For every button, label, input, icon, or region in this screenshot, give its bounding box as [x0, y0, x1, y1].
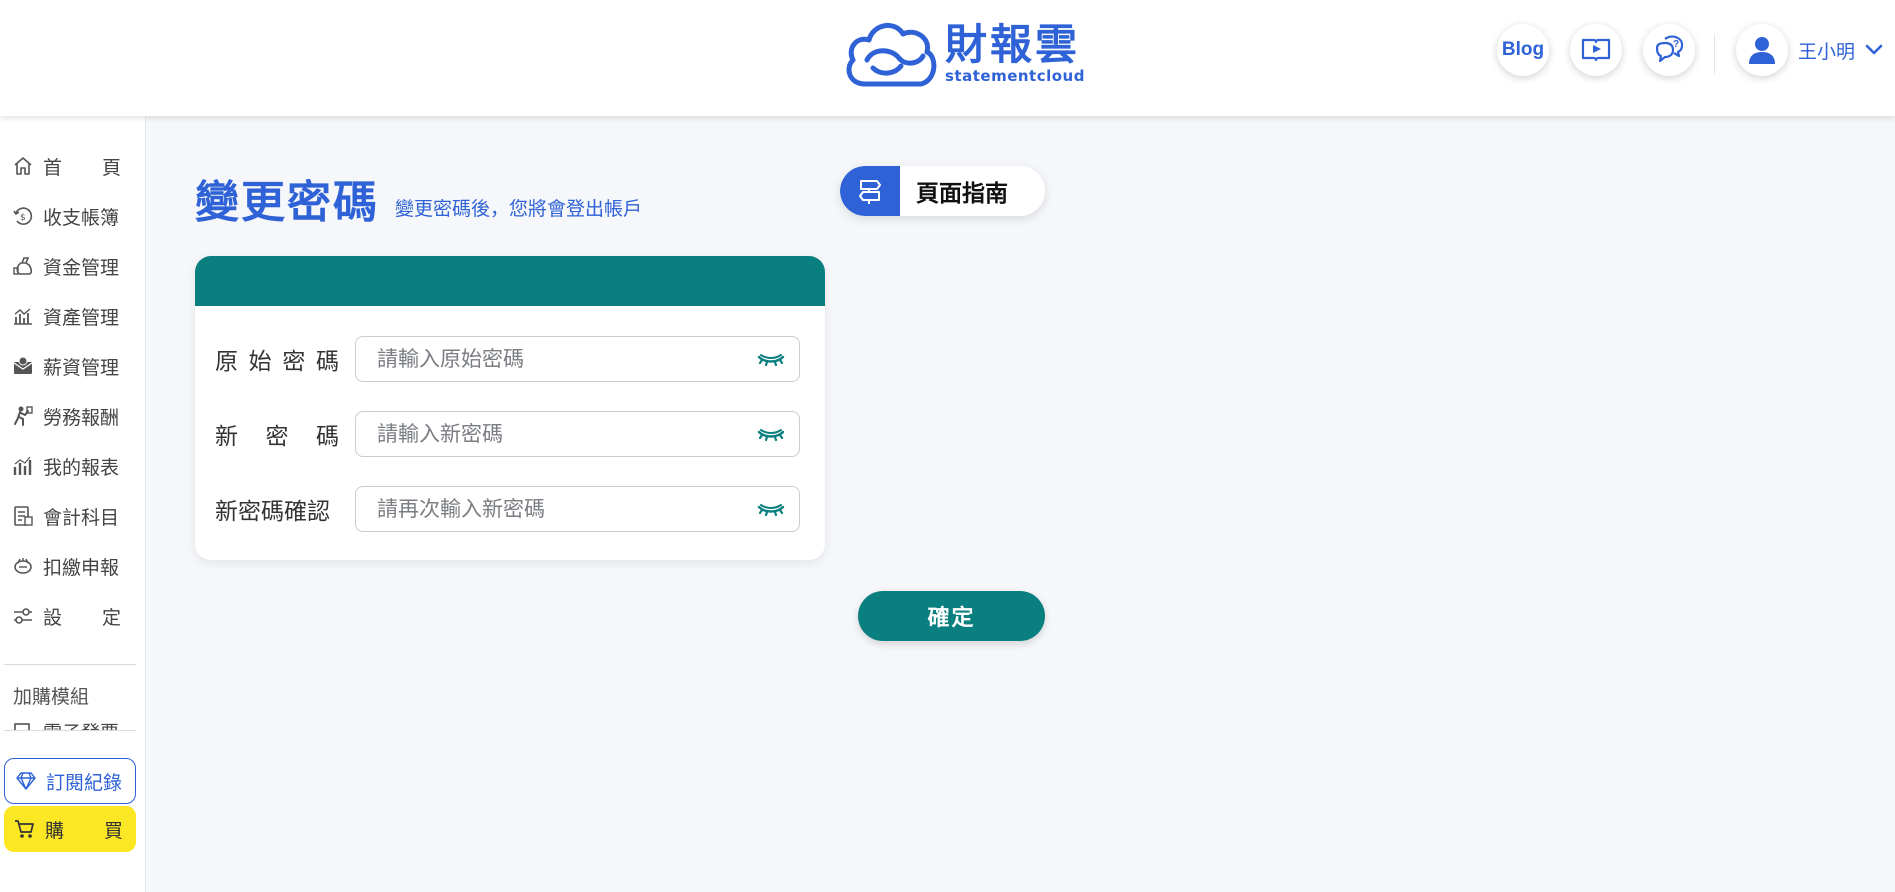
buy-label: 買	[103, 819, 123, 842]
label-char: 碼	[316, 424, 339, 450]
page-guide-label: 頁面指南	[916, 181, 1008, 207]
confirm-button[interactable]: 確定	[858, 591, 1045, 641]
subscription-label: 訂閱紀錄	[46, 771, 123, 794]
page-guide-button[interactable]: 頁面指南	[840, 166, 1045, 216]
confirm-password-label: 新密碼確認	[215, 499, 330, 525]
buy-label: 購	[45, 819, 65, 842]
diamond-icon	[16, 772, 36, 790]
new-password-field	[355, 411, 800, 457]
piggy-bank-icon	[14, 558, 32, 574]
video-book-icon	[1581, 38, 1611, 62]
sidebar-item-label: 資產管理	[43, 306, 120, 329]
original-password-label: 原 始 密 碼	[215, 342, 339, 376]
sidebar-item-ledger[interactable]: $ 收支帳簿	[0, 195, 146, 237]
sidebar-item-home[interactable]: 首頁	[0, 145, 146, 187]
cloud-logo-icon	[846, 23, 937, 87]
header-divider	[1714, 34, 1715, 74]
sidebar-item-assets[interactable]: 資產管理	[0, 295, 146, 337]
original-password-input[interactable]	[356, 337, 799, 381]
change-password-card: 原 始 密 碼 新 密 碼 新密碼確認	[195, 256, 825, 560]
sliders-icon	[14, 608, 32, 624]
sidebar-item-einvoice[interactable]: 電子發票	[0, 716, 146, 730]
blog-button[interactable]: Blog	[1497, 24, 1549, 76]
sidebar-item-label: 薪資管理	[43, 356, 120, 379]
original-password-row: 原 始 密 碼	[215, 336, 807, 382]
coin-cycle-icon: $	[13, 207, 33, 225]
sidebar-item-salary[interactable]: 薪資管理	[0, 345, 146, 387]
page-title: 變更密碼	[195, 177, 379, 228]
sidebar-item-label: 勞務報酬	[43, 406, 120, 429]
blog-label: Blog	[1501, 39, 1545, 60]
page-subtitle: 變更密碼後，您將會登出帳戶	[395, 198, 643, 220]
label-char: 原	[215, 349, 238, 375]
card-header	[195, 256, 825, 306]
chevron-down-icon	[1865, 44, 1883, 55]
sidebar-item-label: 電子發票	[43, 718, 119, 730]
sidebar-item-label: 頁	[101, 156, 121, 179]
top-header: 財報雲 statementcloud Blog ? 王小明	[0, 0, 1895, 116]
sidebar: 首頁 $ 收支帳簿 資金管理 資產管理 薪資管理 勞務報酬 我的報表 會計科目 …	[0, 116, 146, 892]
asset-chart-icon	[14, 308, 32, 325]
sidebar-item-label: 首	[43, 156, 63, 179]
sidebar-item-label: 我的報表	[43, 456, 120, 479]
sidebar-item-settings[interactable]: 設定	[0, 595, 146, 637]
help-chat-icon: ?	[1655, 35, 1684, 63]
sidebar-item-accounts[interactable]: 會計科目	[0, 495, 146, 537]
buy-button[interactable]: 購買	[4, 806, 136, 852]
sidebar-item-labor[interactable]: 勞務報酬	[0, 395, 146, 437]
eye-closed-icon[interactable]	[757, 349, 785, 371]
label-char: 密	[265, 424, 289, 450]
sidebar-divider	[4, 730, 136, 731]
label-char: 密	[282, 349, 306, 375]
svg-text:$: $	[20, 213, 26, 223]
worker-icon	[14, 406, 33, 426]
new-password-label: 新 密 碼	[215, 417, 339, 451]
sidebar-item-reports[interactable]: 我的報表	[0, 445, 146, 487]
user-icon	[1749, 37, 1775, 64]
ledger-icon	[14, 506, 33, 526]
eye-closed-icon[interactable]	[757, 499, 785, 521]
sidebar-item-withholding[interactable]: 扣繳申報	[0, 545, 146, 587]
sidebar-item-label: 定	[101, 606, 121, 629]
label-char: 新	[215, 424, 238, 450]
sidebar-item-label: 扣繳申報	[43, 556, 120, 579]
sidebar-item-label: 資金管理	[43, 256, 120, 279]
brand-name-cn: 財報雲	[945, 20, 1081, 69]
help-chat-button[interactable]: ?	[1643, 24, 1695, 76]
avatar	[1736, 24, 1788, 76]
sidebar-item-funds[interactable]: 資金管理	[0, 245, 146, 287]
guide-signpost-icon	[859, 180, 881, 204]
subscription-records-button[interactable]: 訂閱紀錄	[4, 758, 136, 804]
sidebar-item-label: 設	[43, 606, 63, 629]
label-char: 始	[248, 349, 272, 375]
home-icon	[14, 157, 32, 175]
video-tutorial-button[interactable]	[1570, 24, 1622, 76]
brand-name-en: statementcloud	[945, 67, 1085, 85]
user-name: 王小明	[1798, 40, 1856, 63]
eye-closed-icon[interactable]	[757, 424, 785, 446]
salary-envelope-icon	[13, 356, 33, 374]
confirm-password-input[interactable]	[356, 487, 799, 531]
brand-logo[interactable]: 財報雲 statementcloud	[843, 18, 1085, 90]
new-password-row: 新 密 碼	[215, 411, 807, 457]
sidebar-item-label: 收支帳簿	[43, 206, 120, 229]
sidebar-section-addons: 加購模組	[13, 686, 90, 708]
bar-chart-icon	[13, 456, 32, 475]
cart-icon	[15, 820, 34, 838]
invoice-icon	[14, 722, 30, 730]
label-char: 碼	[315, 349, 339, 375]
original-password-field	[355, 336, 800, 382]
sidebar-divider	[4, 664, 136, 665]
confirm-password-field	[355, 486, 800, 532]
sidebar-item-label: 會計科目	[43, 506, 120, 529]
user-menu[interactable]: 王小明	[1736, 24, 1883, 76]
confirm-password-row: 新密碼確認	[215, 486, 807, 532]
money-bag-icon	[13, 257, 33, 275]
new-password-input[interactable]	[356, 412, 799, 456]
svg-text:?: ?	[1673, 39, 1679, 50]
